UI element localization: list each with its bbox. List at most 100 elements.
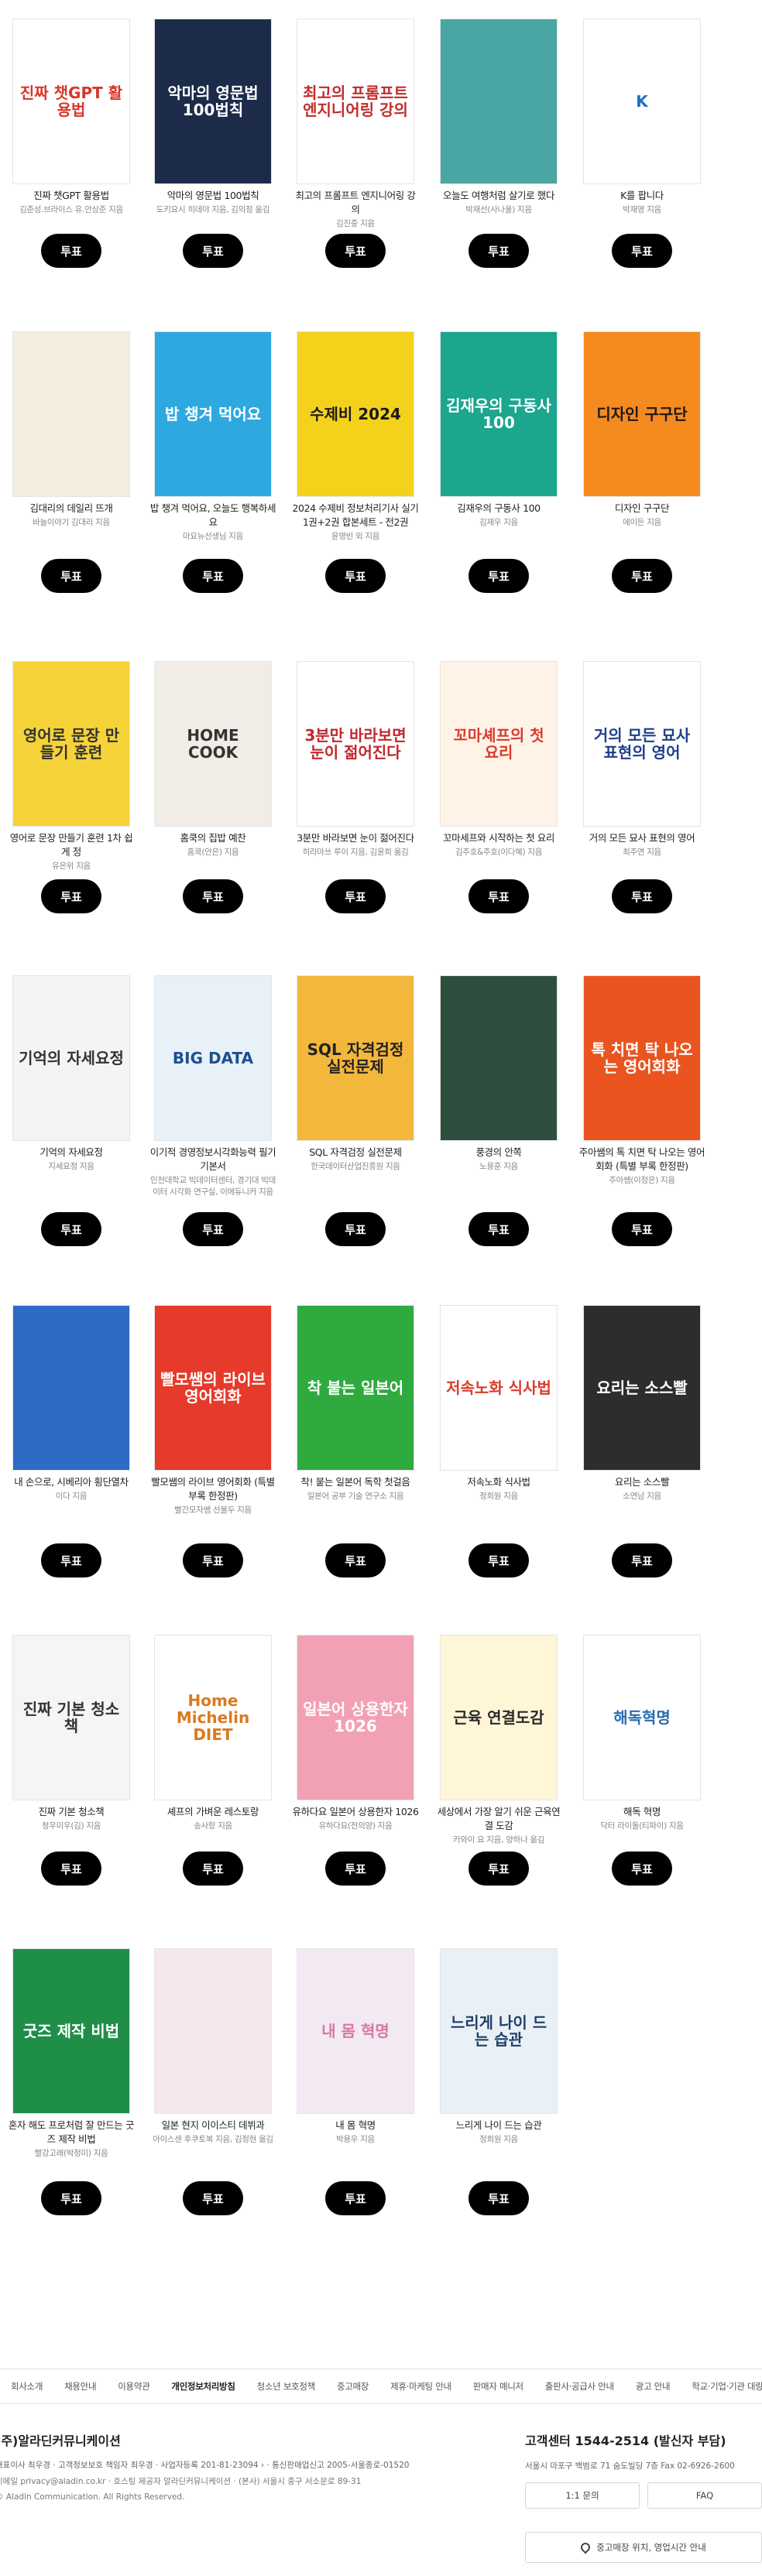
faq-button[interactable]: FAQ xyxy=(647,2482,762,2509)
book-cover[interactable]: 빨모쌤의 라이브 영어회화 xyxy=(154,1305,272,1471)
book-cover[interactable]: 최고의 프롬프트 엔지니어링 강의 xyxy=(297,19,414,184)
book-title[interactable]: 악마의 영문법 100법칙 xyxy=(146,189,280,203)
book-cover[interactable] xyxy=(12,1305,130,1471)
book-cover[interactable]: 밥 챙겨 먹어요 xyxy=(154,331,272,497)
book-title[interactable]: 영어로 문장 만들기 훈련 1차 쉽게 정 xyxy=(5,831,138,859)
vote-button[interactable]: 투표 xyxy=(612,879,672,913)
vote-button[interactable]: 투표 xyxy=(325,879,386,913)
book-cover[interactable]: 저속노화 식사법 xyxy=(440,1305,558,1471)
book-title[interactable]: 진짜 챗GPT 활용법 xyxy=(5,189,138,203)
vote-button[interactable]: 투표 xyxy=(183,879,243,913)
vote-button[interactable]: 투표 xyxy=(612,1212,672,1246)
vote-button[interactable]: 투표 xyxy=(325,1852,386,1886)
book-cover[interactable]: SQL 자격검정 실전문제 xyxy=(297,975,414,1141)
footer-link[interactable]: 회사소개 xyxy=(0,2380,53,2393)
book-title[interactable]: 셰프의 가벼운 레스토랑 xyxy=(146,1805,280,1819)
book-title[interactable]: 해독 혁명 xyxy=(575,1805,709,1819)
book-title[interactable]: 디자인 구구단 xyxy=(575,502,709,516)
book-title[interactable]: K를 팝니다 xyxy=(575,189,709,203)
footer-link[interactable]: 채용안내 xyxy=(53,2380,107,2393)
vote-button[interactable]: 투표 xyxy=(41,2181,101,2215)
vote-button[interactable]: 투표 xyxy=(469,1543,529,1577)
book-title[interactable]: 이기적 경영정보시각화능력 필기 기본서 xyxy=(146,1146,280,1173)
vote-button[interactable]: 투표 xyxy=(41,1543,101,1577)
book-title[interactable]: 오늘도 여행처럼 살기로 했다 xyxy=(432,189,565,203)
footer-link[interactable]: 중고매장 xyxy=(326,2380,379,2393)
book-title[interactable]: 착! 붙는 일본어 독학 첫걸음 xyxy=(289,1475,422,1489)
book-title[interactable]: 요리는 소스빨 xyxy=(575,1475,709,1489)
vote-button[interactable]: 투표 xyxy=(41,234,101,268)
inquiry-button[interactable]: 1:1 문의 xyxy=(525,2482,640,2509)
vote-button[interactable]: 투표 xyxy=(469,1852,529,1886)
book-cover[interactable]: 김재우의 구동사 100 xyxy=(440,331,558,497)
vote-button[interactable]: 투표 xyxy=(469,234,529,268)
book-title[interactable]: 꼬마세프와 시작하는 첫 요리 xyxy=(432,831,565,845)
vote-button[interactable]: 투표 xyxy=(183,234,243,268)
book-cover[interactable]: 톡 치면 탁 나오는 영어회화 xyxy=(583,975,701,1141)
footer-link[interactable]: 광고 안내 xyxy=(625,2380,681,2393)
book-cover[interactable]: 요리는 소스빨 xyxy=(583,1305,701,1471)
vote-button[interactable]: 투표 xyxy=(41,559,101,593)
vote-button[interactable]: 투표 xyxy=(612,1852,672,1886)
book-cover[interactable] xyxy=(440,19,558,184)
book-cover[interactable]: 진짜 챗GPT 활용법 xyxy=(12,19,130,184)
book-title[interactable]: 저속노화 식사법 xyxy=(432,1475,565,1489)
book-cover[interactable] xyxy=(12,331,130,497)
book-title[interactable]: 일본 현지 이이스티 데뷔과 xyxy=(146,2119,280,2132)
footer-link[interactable]: 개인정보처리방침 xyxy=(160,2380,245,2393)
vote-button[interactable]: 투표 xyxy=(325,1543,386,1577)
book-title[interactable]: 3분만 바라보면 눈이 젊어진다 xyxy=(289,831,422,845)
book-title[interactable]: 김대리의 데일리 뜨개 xyxy=(5,502,138,516)
book-cover[interactable]: 근육 연결도감 xyxy=(440,1635,558,1800)
book-cover[interactable]: 착 붙는 일본어 xyxy=(297,1305,414,1471)
footer-link[interactable]: 청소년 보호정책 xyxy=(246,2380,326,2393)
book-cover[interactable]: 디자인 구구단 xyxy=(583,331,701,497)
book-title[interactable]: SQL 자격검정 실전문제 xyxy=(289,1146,422,1160)
vote-button[interactable]: 투표 xyxy=(41,1212,101,1246)
vote-button[interactable]: 투표 xyxy=(612,234,672,268)
vote-button[interactable]: 투표 xyxy=(183,1543,243,1577)
book-cover[interactable]: 영어로 문장 만들기 훈련 xyxy=(12,661,130,827)
book-title[interactable]: 풍경의 안쪽 xyxy=(432,1146,565,1160)
book-title[interactable]: 내 손으로, 시베리아 횡단열차 xyxy=(5,1475,138,1489)
vote-button[interactable]: 투표 xyxy=(469,559,529,593)
vote-button[interactable]: 투표 xyxy=(183,559,243,593)
vote-button[interactable]: 투표 xyxy=(469,1212,529,1246)
vote-button[interactable]: 투표 xyxy=(41,879,101,913)
vote-button[interactable]: 투표 xyxy=(612,1543,672,1577)
book-cover[interactable]: 해독혁명 xyxy=(583,1635,701,1800)
footer-link[interactable]: 출판사·공급사 안내 xyxy=(534,2380,625,2393)
book-title[interactable]: 2024 수제비 정보처리기사 실기 1권+2권 합본세트 - 전2권 xyxy=(289,502,422,529)
book-cover[interactable]: 진짜 기본 청소책 xyxy=(12,1635,130,1800)
book-title[interactable]: 진짜 기본 청소책 xyxy=(5,1805,138,1819)
book-cover[interactable]: 느리게 나이 드는 습관 xyxy=(440,1948,558,2114)
book-title[interactable]: 홈쿡의 집밥 예찬 xyxy=(146,831,280,845)
vote-button[interactable]: 투표 xyxy=(41,1852,101,1886)
book-cover[interactable]: 거의 모든 묘사 표현의 영어 xyxy=(583,661,701,827)
vote-button[interactable]: 투표 xyxy=(325,234,386,268)
vote-button[interactable]: 투표 xyxy=(469,2181,529,2215)
book-title[interactable]: 빨모쌤의 라이브 영어회화 (특별 부록 한정판) xyxy=(146,1475,280,1503)
store-location-button[interactable]: 중고매장 위치, 영업시간 안내 xyxy=(525,2532,762,2563)
footer-link[interactable]: 학교·기업·기관 대량구매 xyxy=(681,2380,762,2393)
vote-button[interactable]: 투표 xyxy=(183,1212,243,1246)
book-cover[interactable]: 일본어 상용한자 1026 xyxy=(297,1635,414,1800)
vote-button[interactable]: 투표 xyxy=(325,1212,386,1246)
book-cover[interactable]: 꼬마셰프의 첫 요리 xyxy=(440,661,558,827)
book-title[interactable]: 느리게 나이 드는 습관 xyxy=(432,2119,565,2132)
book-title[interactable]: 밥 챙겨 먹어요, 오늘도 행복하세요 xyxy=(146,502,280,529)
vote-button[interactable]: 투표 xyxy=(183,2181,243,2215)
book-cover[interactable]: K xyxy=(583,19,701,184)
book-title[interactable]: 김재우의 구동사 100 xyxy=(432,502,565,516)
book-title[interactable]: 세상에서 가장 알기 쉬운 근육연결 도감 xyxy=(432,1805,565,1833)
vote-button[interactable]: 투표 xyxy=(469,879,529,913)
book-title[interactable]: 유하다요 일본어 상용한자 1026 xyxy=(289,1805,422,1819)
book-cover[interactable]: Home Michelin DIET xyxy=(154,1635,272,1800)
vote-button[interactable]: 투표 xyxy=(325,2181,386,2215)
book-cover[interactable]: 3분만 바라보면 눈이 젊어진다 xyxy=(297,661,414,827)
book-title[interactable]: 주아쌤의 톡 치면 탁 나오는 영어회화 (특별 부록 한정판) xyxy=(575,1146,709,1173)
book-title[interactable]: 거의 모든 묘사 표현의 영어 xyxy=(575,831,709,845)
book-title[interactable]: 혼자 해도 프로처럼 잘 만드는 굿즈 제작 비법 xyxy=(5,2119,138,2146)
book-cover[interactable]: HOME COOK xyxy=(154,661,272,827)
book-cover[interactable]: 수제비 2024 xyxy=(297,331,414,497)
